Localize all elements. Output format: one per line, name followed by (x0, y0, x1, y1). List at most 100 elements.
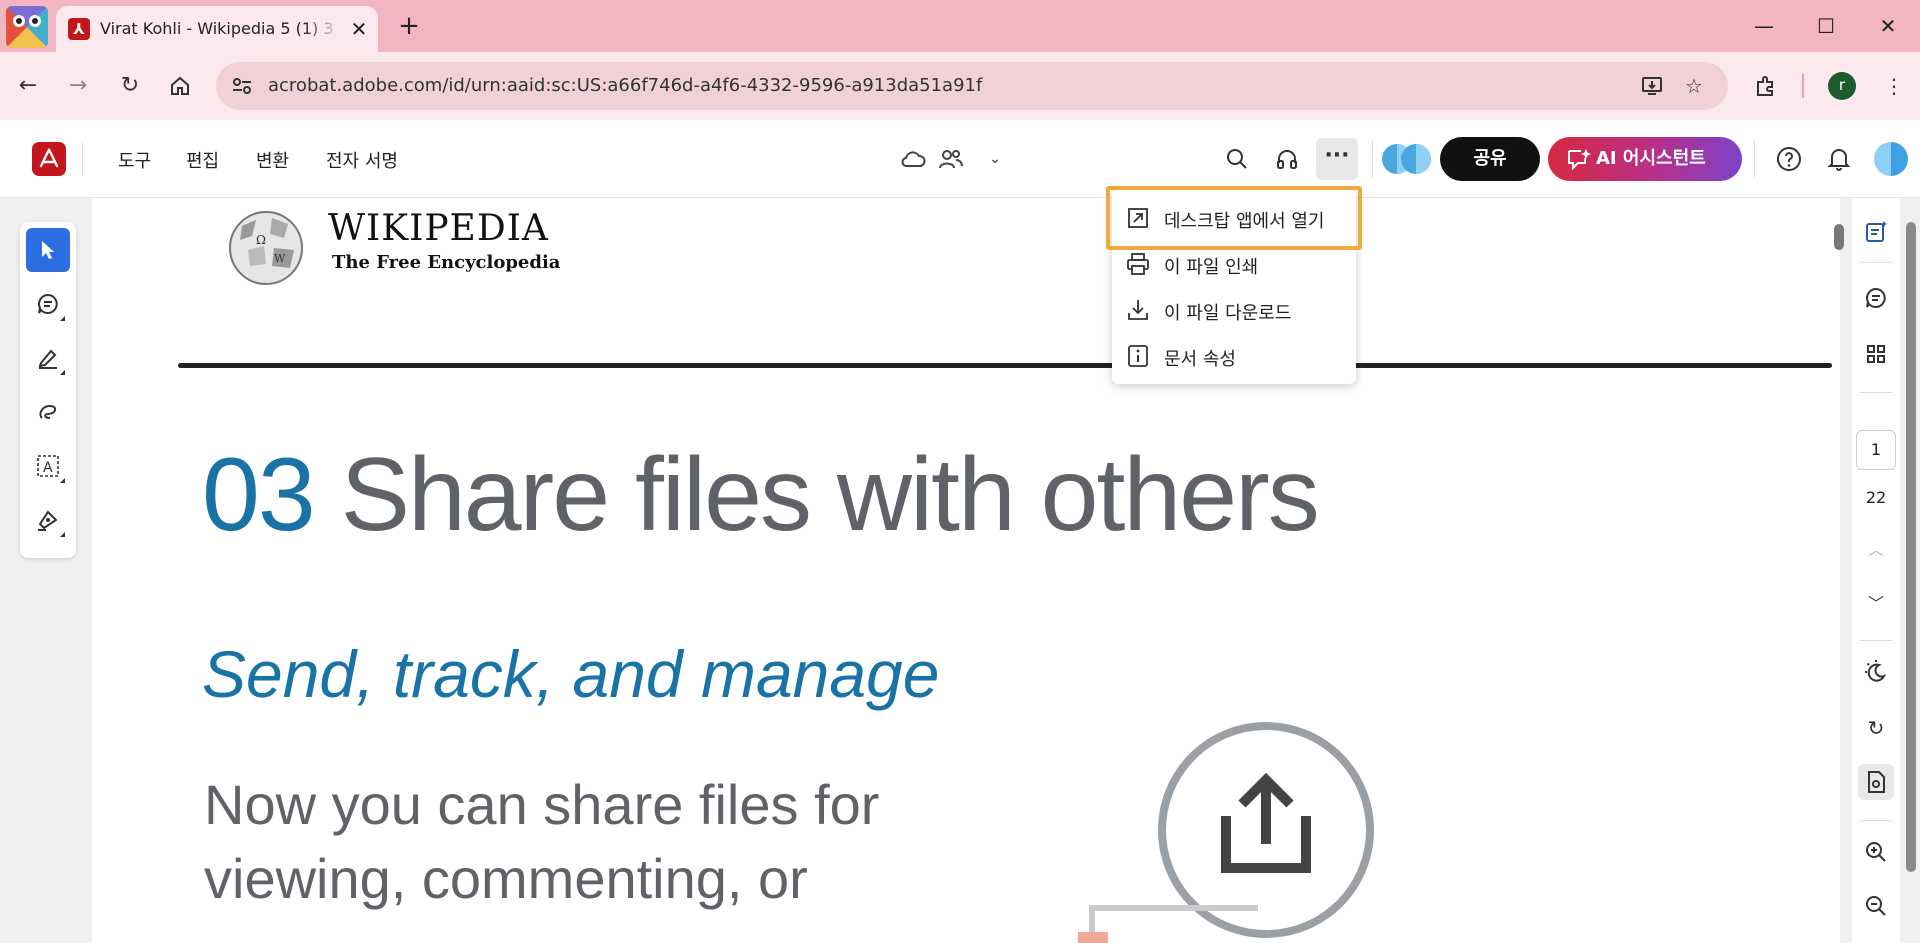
acrobat-favicon-icon: ⅄ (68, 18, 90, 40)
comment-tool-icon[interactable] (26, 282, 70, 326)
minimize-button[interactable]: — (1742, 8, 1786, 44)
home-icon[interactable] (160, 66, 200, 106)
extensions-puzzle-icon[interactable] (1746, 66, 1786, 106)
toolbar-divider (1802, 74, 1804, 98)
body-line: viewing, commenting, or (204, 847, 808, 910)
appbar-separator (1754, 140, 1755, 178)
page-up-chevron-icon[interactable]: ︿ (1858, 532, 1894, 568)
chevron-down-icon[interactable]: ⌄ (976, 140, 1014, 178)
select-tool-cursor-icon[interactable] (26, 228, 70, 272)
section-subheading: Send, track, and manage (202, 637, 940, 711)
address-bar[interactable]: acrobat.adobe.com/id/urn:aaid:sc:US:a66f… (216, 62, 1728, 110)
share-button[interactable]: 공유 (1440, 137, 1540, 181)
menu-item-print[interactable]: 이 파일 인쇄 (1112, 242, 1356, 286)
acrobat-logo-icon[interactable] (32, 142, 66, 176)
user-avatar[interactable]: r (1828, 72, 1856, 100)
profile-avatar-icon[interactable] (6, 6, 48, 48)
menu-convert[interactable]: 변환 (256, 147, 289, 173)
menu-item-label: 문서 속성 (1164, 349, 1236, 370)
browser-tab-active[interactable]: ⅄ Virat Kohli - Wikipedia 5 (1) 3 ✕ (56, 6, 378, 52)
tab-close-icon[interactable]: ✕ (344, 14, 374, 44)
tab-title: Virat Kohli - Wikipedia 5 (1) 3 (100, 19, 334, 38)
download-icon (1128, 300, 1148, 320)
url-text: acrobat.adobe.com/id/urn:aaid:sc:US:a66f… (268, 75, 983, 96)
connector-lines (1078, 905, 1258, 943)
cloud-icon[interactable] (894, 140, 932, 178)
ai-assistant-button[interactable]: AI 어시스턴트 (1548, 137, 1742, 181)
read-aloud-headphones-icon[interactable] (1268, 140, 1306, 178)
highlight-pen-tool-icon[interactable] (26, 336, 70, 380)
svg-text:W: W (274, 252, 286, 265)
total-pages: 22 (1865, 488, 1887, 507)
current-page-input[interactable]: 1 (1856, 430, 1896, 470)
right-rail: 1 22 ︿ ﹀ ↻ (1852, 198, 1900, 943)
more-options-menu: 데스크탑 앱에서 열기 이 파일 인쇄 이 파일 다운로드 문서 속성 (1112, 190, 1356, 384)
rail-separator (1860, 640, 1892, 641)
forward-arrow-icon[interactable]: → (58, 66, 98, 106)
reload-icon[interactable]: ↻ (110, 66, 150, 106)
thumbnails-grid-icon[interactable] (1858, 336, 1894, 372)
sign-tool-icon[interactable] (26, 498, 70, 542)
appbar-separator (1372, 140, 1373, 178)
collaborator-avatars-icon[interactable] (1380, 142, 1434, 176)
body-text: Now you can share files for viewing, com… (204, 768, 879, 916)
site-info-icon[interactable] (230, 74, 254, 98)
browser-tab-strip: ⅄ Virat Kohli - Wikipedia 5 (1) 3 ✕ + — … (0, 0, 1920, 52)
page-display-icon[interactable] (1858, 764, 1894, 800)
pdf-page: Ω W WIKIPEDIA The Free Encyclopedia 03 S… (92, 198, 1840, 943)
install-app-icon[interactable] (1638, 72, 1666, 100)
horizontal-rule (178, 363, 1832, 368)
page-down-chevron-icon[interactable]: ﹀ (1858, 586, 1894, 622)
menu-edit[interactable]: 편집 (186, 147, 219, 173)
ai-summary-icon[interactable] (1858, 214, 1894, 250)
svg-text:A: A (43, 460, 53, 476)
window-close-button[interactable]: ✕ (1866, 8, 1910, 44)
menu-item-label: 데스크탑 앱에서 열기 (1164, 211, 1325, 232)
menu-item-label: 이 파일 인쇄 (1164, 257, 1259, 278)
rail-separator (1860, 392, 1892, 393)
open-external-icon (1128, 208, 1148, 228)
rail-separator (1860, 262, 1892, 263)
document-scroll-thumb[interactable] (1834, 224, 1844, 250)
menu-e-sign[interactable]: 전자 서명 (326, 147, 398, 173)
info-icon (1128, 345, 1148, 367)
draw-lasso-tool-icon[interactable] (26, 390, 70, 434)
notifications-bell-icon[interactable] (1820, 140, 1858, 178)
page-scrollbar-thumb[interactable] (1906, 222, 1916, 872)
section-heading: 03 Share files with others (202, 436, 1320, 555)
wikipedia-globe-logo: Ω W (229, 211, 303, 285)
menu-item-download[interactable]: 이 파일 다운로드 (1112, 288, 1356, 332)
menu-item-label: 이 파일 다운로드 (1164, 303, 1292, 324)
zoom-in-icon[interactable] (1858, 834, 1894, 870)
account-avatar[interactable] (1874, 142, 1908, 176)
section-title: Share files with others (313, 437, 1320, 553)
bookmark-star-icon[interactable]: ☆ (1680, 72, 1708, 100)
search-icon[interactable] (1218, 140, 1256, 178)
ai-sparkle-icon (1568, 149, 1591, 170)
svg-text:Ω: Ω (256, 233, 266, 247)
browser-menu-icon[interactable]: ⋮ (1874, 66, 1914, 106)
tool-rail: A (20, 222, 76, 558)
maximize-button[interactable]: ☐ (1804, 8, 1848, 44)
menu-item-document-properties[interactable]: 문서 속성 (1112, 334, 1356, 378)
zoom-out-icon[interactable] (1858, 888, 1894, 924)
menu-item-open-in-desktop[interactable]: 데스크탑 앱에서 열기 (1112, 196, 1356, 240)
body-line: Now you can share files for (204, 773, 880, 836)
back-arrow-icon[interactable]: ← (8, 66, 48, 106)
appbar-divider (82, 142, 83, 176)
wikipedia-wordmark: WIKIPEDIA (328, 208, 549, 249)
section-number: 03 (202, 437, 316, 553)
comments-panel-icon[interactable] (1858, 280, 1894, 316)
text-box-tool-icon[interactable]: A (26, 444, 70, 488)
people-icon[interactable] (932, 140, 970, 178)
printer-icon (1127, 253, 1149, 275)
wikipedia-tagline: The Free Encyclopedia (332, 252, 561, 273)
menu-tools[interactable]: 도구 (118, 147, 151, 173)
more-options-button[interactable]: ··· (1316, 138, 1358, 180)
new-tab-button[interactable]: + (392, 10, 426, 44)
rotate-icon[interactable]: ↻ (1858, 710, 1894, 746)
help-icon[interactable] (1770, 140, 1808, 178)
rail-separator (1860, 820, 1892, 821)
dark-mode-icon[interactable] (1858, 654, 1894, 690)
ai-assistant-label: AI 어시스턴트 (1596, 148, 1706, 169)
